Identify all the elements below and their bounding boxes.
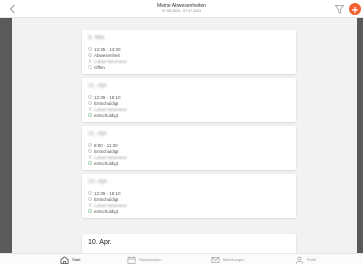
card-status: entschuldigt xyxy=(94,112,119,118)
absence-card[interactable]: 11. Apr. 8:00 - 11:30 Entschuldigt Lukas… xyxy=(82,126,296,170)
tab-profil[interactable]: Profil xyxy=(295,255,316,264)
card-row-status: entschuldigt xyxy=(88,112,118,118)
card-row-status: Offen xyxy=(88,64,105,70)
card-date: 10. Apr. xyxy=(88,239,112,246)
absence-list[interactable]: 8. Mai 12:35 - 14:20 Abwesenheit Lukas N… xyxy=(0,18,363,253)
card-date: 11. Apr. xyxy=(88,83,108,89)
info-icon xyxy=(88,149,92,153)
person-icon xyxy=(88,107,92,111)
card-person: Lukas Neumann xyxy=(94,154,127,160)
check-circle-icon xyxy=(88,209,92,213)
absence-card[interactable]: 10. Apr. 12:35 - 15:10 Entschuldigt Luka… xyxy=(82,174,296,218)
tab-bar: Start Stundenplan Mitteilungen Profil xyxy=(0,253,363,264)
check-circle-icon xyxy=(88,161,92,165)
page-title-block: Meine Abwesenheiten 07.08.2023 - 07.07.2… xyxy=(0,3,363,14)
plus-icon xyxy=(352,7,358,13)
card-type: Entschuldigt xyxy=(94,100,119,106)
card-row-status: entschuldigt xyxy=(88,160,118,166)
card-person: Lukas Neumann xyxy=(94,106,127,112)
circle-icon xyxy=(88,65,92,69)
calendar-icon xyxy=(127,255,136,264)
tab-stundenplan[interactable]: Stundenplan xyxy=(127,255,161,264)
card-time: 8:00 - 11:30 xyxy=(94,142,118,148)
clock-icon xyxy=(88,143,92,147)
card-type: Entschuldigt xyxy=(94,148,119,154)
info-icon xyxy=(88,53,92,57)
card-person: Lukas Neumann xyxy=(94,202,127,208)
absence-card[interactable]: 8. Mai 12:35 - 14:20 Abwesenheit Lukas N… xyxy=(82,30,296,74)
tab-start[interactable]: Start xyxy=(60,255,80,264)
person-icon xyxy=(88,59,92,63)
tab-mitteilungen[interactable]: Mitteilungen xyxy=(211,255,245,264)
person-icon xyxy=(88,155,92,159)
card-person: Lukas Neumann xyxy=(94,58,127,64)
person-icon xyxy=(296,256,303,264)
card-status: entschuldigt xyxy=(94,208,119,214)
card-time: 12:35 - 14:20 xyxy=(94,46,121,52)
clock-icon xyxy=(88,191,92,195)
absence-card[interactable]: 11. Apr. 12:35 - 15:10 Entschuldigt Luka… xyxy=(82,78,296,122)
mail-icon xyxy=(211,256,220,263)
card-date: 8. Mai xyxy=(88,35,105,41)
info-icon xyxy=(88,197,92,201)
tab-mitteilungen-label: Mitteilungen xyxy=(223,257,245,262)
tab-stundenplan-label: Stundenplan xyxy=(139,257,162,262)
info-icon xyxy=(88,101,92,105)
person-icon xyxy=(88,203,92,207)
card-date: 10. Apr. xyxy=(88,179,109,185)
tab-start-label: Start xyxy=(72,257,81,262)
header-bar: Meine Abwesenheiten 07.08.2023 - 07.07.2… xyxy=(0,0,363,18)
home-icon xyxy=(60,255,69,264)
date-range: 07.08.2023 - 07.07.2024 xyxy=(161,9,202,13)
card-status: entschuldigt xyxy=(94,160,119,166)
absence-card[interactable]: 10. Apr. xyxy=(82,234,296,253)
card-row-status: entschuldigt xyxy=(88,208,118,214)
card-type: Abwesenheit xyxy=(94,52,120,58)
card-status: Offen xyxy=(94,64,105,70)
card-type: Entschuldigt xyxy=(94,196,119,202)
card-time: 12:35 - 15:10 xyxy=(94,94,121,100)
card-time: 12:35 - 15:10 xyxy=(94,190,121,196)
add-button[interactable] xyxy=(349,3,361,15)
tab-profil-label: Profil xyxy=(307,257,317,262)
card-date: 11. Apr. xyxy=(88,131,108,137)
filter-icon[interactable] xyxy=(334,3,345,15)
clock-icon xyxy=(88,95,92,99)
check-circle-icon xyxy=(88,113,92,117)
clock-icon xyxy=(88,47,92,51)
